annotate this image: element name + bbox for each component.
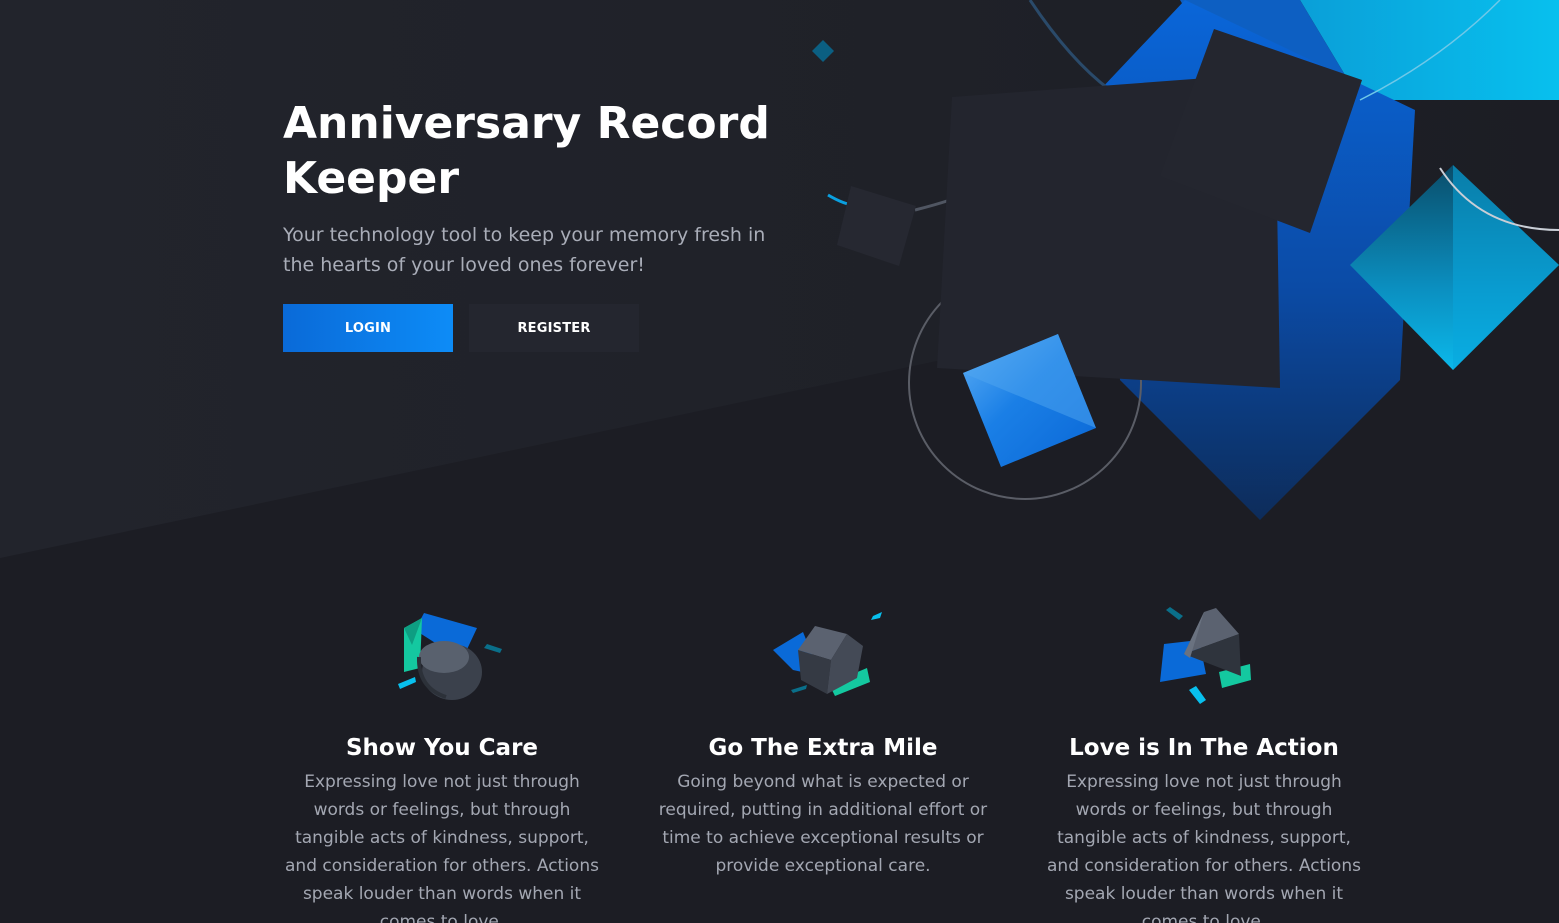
register-button[interactable]: REGISTER — [469, 304, 639, 352]
feature-description: Going beyond what is expected or require… — [658, 772, 988, 876]
feature-description: Expressing love not just through words o… — [285, 772, 599, 923]
feature-card-love-is-in-the-action: Love is In The Action Expressing love no… — [1039, 600, 1369, 923]
landing-page: Anniversary Record Keeper Your technolog… — [0, 0, 1559, 923]
cube-shape-icon — [773, 612, 882, 696]
feature-description: Expressing love not just through words o… — [1047, 772, 1361, 923]
feature-card-show-you-care: Show You Care Expressing love not just t… — [277, 600, 607, 923]
feature-title: Go The Extra Mile — [708, 735, 938, 761]
feature-title: Show You Care — [345, 735, 539, 761]
login-button[interactable]: LOGIN — [283, 304, 453, 352]
hero-illustration — [812, 0, 1559, 520]
feature-card-go-the-extra-mile: Go The Extra Mile Going beyond what is e… — [658, 600, 988, 880]
page-title: Anniversary Record Keeper — [283, 98, 770, 204]
pyramid-shape-icon — [1160, 607, 1251, 704]
page-subtitle: Your technology tool to keep your memory… — [283, 224, 766, 276]
feature-title: Love is In The Action — [1069, 735, 1339, 761]
cylinder-shape-icon — [398, 613, 502, 700]
